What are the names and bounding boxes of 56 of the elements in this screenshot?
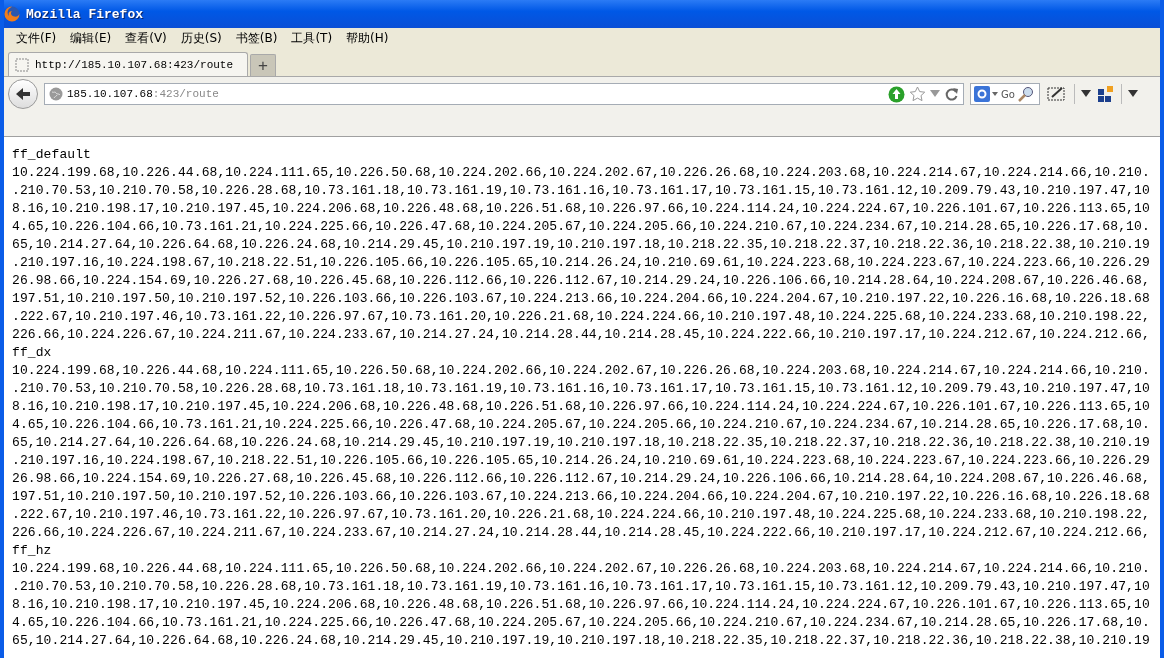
section-heading: ff_dx <box>12 344 53 362</box>
menu-item[interactable]: 历史(S) <box>174 29 230 47</box>
address-list-line: 197.51,10.210.197.50,10.210.197.52,10.226.103.66,10.226.103.67,10.224.213.66,10.224.204.66,10.224.204.67,10.210.197.22,10.226.16.68,10.226.18.68 <box>12 290 1151 308</box>
dropdown-caret-icon[interactable] <box>1128 90 1138 98</box>
address-list-line: 10.224.199.68,10.226.44.68,10.224.111.65,10.226.50.68,10.224.202.66,10.224.202.67,10.226.26.68,10.224.203.68,10.224.214.67,10.224.214.66,10.210. <box>12 560 1151 578</box>
window-title: Mozilla Firefox <box>26 6 144 22</box>
new-tab-button[interactable]: + <box>250 54 276 76</box>
address-list-line: 197.51,10.210.197.50,10.210.197.52,10.226.103.66,10.226.103.67,10.224.213.66,10.224.204.66,10.224.204.67,10.210.197.22,10.226.16.68,10.226.18.68 <box>12 488 1151 506</box>
reload-icon[interactable] <box>944 86 959 102</box>
address-text: 185.10.107.68:423/route <box>67 88 220 100</box>
address-list-line: .222.67,10.210.197.46,10.73.161.22,10.226.97.67,10.73.161.20,10.226.21.68,10.224.224.66,10.210.197.48,10.224.225.68,10.224.233.68,10.210.198.22, <box>12 308 1151 326</box>
address-list-line: 26.98.66,10.224.154.69,10.226.27.68,10.226.45.68,10.226.112.66,10.226.112.67,10.214.29.24,10.226.106.66,10.214.28.64,10.224.208.67,10.226.46.68, <box>12 272 1151 290</box>
section-heading: ff_default <box>12 146 92 164</box>
address-list-line: 8.16,10.210.198.17,10.210.197.45,10.224.206.68,10.226.48.68,10.226.51.68,10.226.97.66,10.224.114.24,10.224.224.67,10.226.101.67,10.226.113.65,10 <box>12 596 1151 614</box>
screenshot-tool-icon[interactable] <box>1046 85 1068 103</box>
address-list-line: 65,10.214.27.64,10.226.64.68,10.226.24.68,10.214.29.45,10.210.197.19,10.210.197.18,10.218.22.35,10.218.22.37,10.218.22.36,10.218.22.38,10.210.19 <box>12 434 1151 452</box>
firefox-logo-icon <box>4 6 20 22</box>
address-list-line: 10.224.199.68,10.226.44.68,10.224.111.65,10.226.50.68,10.224.202.66,10.224.202.67,10.226.26.68,10.224.203.68,10.224.214.67,10.224.214.66,10.210. <box>12 164 1151 182</box>
menu-item[interactable]: 文件(F) <box>10 29 65 47</box>
address-field[interactable]: 185.10.107.68:423/route <box>44 83 964 105</box>
browser-tab[interactable]: http://185.10.107.68:423/route <box>8 52 248 76</box>
address-list-line: 8.16,10.210.198.17,10.210.197.45,10.224.206.68,10.226.48.68,10.226.51.68,10.226.97.66,10.224.114.24,10.224.224.67,10.226.101.67,10.226.113.65,10 <box>12 398 1151 416</box>
address-list-line: .210.70.53,10.210.70.58,10.226.28.68,10.73.161.18,10.73.161.19,10.73.161.16,10.73.161.17,10.73.161.15,10.73.161.12,10.209.79.43,10.210.197.47,10 <box>12 578 1151 596</box>
search-icon[interactable] <box>1017 86 1034 102</box>
menu-item[interactable]: 编辑(E) <box>64 29 120 47</box>
page-icon <box>15 57 29 72</box>
address-list-line: 65,10.214.27.64,10.226.64.68,10.226.24.68,10.214.29.45,10.210.197.19,10.210.197.18,10.218.22.35,10.218.22.37,10.218.22.36,10.218.22.38,10.210.19 <box>12 236 1151 254</box>
menu-item[interactable]: 书签(B) <box>229 29 286 47</box>
star-icon[interactable] <box>909 85 926 103</box>
address-list-line: 226.66,10.224.226.67,10.224.211.67,10.224.233.67,10.214.27.24,10.214.28.44,10.214.28.45,10.224.222.66,10.210.197.17,10.224.212.67,10.224.212.66, <box>12 326 1151 344</box>
grid-icon[interactable] <box>1097 85 1115 103</box>
address-list-line: .222.67,10.210.197.46,10.73.161.22,10.226.97.67,10.73.161.20,10.226.21.68,10.224.224.66,10.210.197.48,10.224.225.68,10.224.233.68,10.210.198.22, <box>12 506 1151 524</box>
menu-item[interactable]: 帮助(H) <box>340 29 397 47</box>
go-button-icon[interactable] <box>888 85 905 103</box>
dropdown-caret-icon[interactable] <box>1081 90 1091 98</box>
address-list-line: 8.16,10.210.198.17,10.210.197.45,10.224.206.68,10.226.48.68,10.226.51.68,10.226.97.66,10.224.114.24,10.224.224.67,10.226.101.67,10.226.113.65,10 <box>12 200 1151 218</box>
address-list-line: .210.70.53,10.210.70.58,10.226.28.68,10.73.161.18,10.73.161.19,10.73.161.16,10.73.161.17,10.73.161.15,10.73.161.12,10.209.79.43,10.210.197.47,10 <box>12 380 1151 398</box>
address-list-line: .210.197.16,10.224.198.67,10.218.22.51,10.226.105.66,10.226.105.65,10.214.26.24,10.210.69.61,10.224.223.68,10.224.223.67,10.224.223.66,10.226.29 <box>12 452 1151 470</box>
back-button[interactable] <box>8 79 38 109</box>
address-list-line: 10.224.199.68,10.226.44.68,10.224.111.65,10.226.50.68,10.224.202.66,10.224.202.67,10.226.26.68,10.224.203.68,10.224.214.67,10.224.214.66,10.210. <box>12 362 1151 380</box>
address-list-line: .210.197.16,10.224.198.67,10.218.22.51,10.226.105.66,10.226.105.65,10.214.26.24,10.210.69.61,10.224.223.68,10.224.223.67,10.224.223.66,10.226.29 <box>12 254 1151 272</box>
address-list-line: 26.98.66,10.224.154.69,10.226.27.68,10.226.45.68,10.226.112.66,10.226.112.67,10.214.29.24,10.226.106.66,10.214.28.64,10.224.208.67,10.226.46.68, <box>12 470 1151 488</box>
section-heading: ff_hz <box>12 542 53 560</box>
address-list-line: 4.65,10.226.104.66,10.73.161.21,10.224.225.66,10.226.47.68,10.224.205.67,10.224.205.66,10.224.210.67,10.224.234.67,10.214.28.65,10.226.17.68,10. <box>12 614 1151 632</box>
globe-icon <box>49 87 63 101</box>
address-list-line: 4.65,10.226.104.66,10.73.161.21,10.224.225.66,10.226.47.68,10.224.205.67,10.224.205.66,10.224.210.67,10.224.234.67,10.214.28.65,10.226.17.68,10. <box>12 416 1151 434</box>
menu-item[interactable]: 工具(T) <box>285 29 341 47</box>
address-list-line: 4.65,10.226.104.66,10.73.161.21,10.224.225.66,10.226.47.68,10.224.205.67,10.224.205.66,10.224.210.67,10.224.234.67,10.214.28.65,10.226.17.68,10. <box>12 218 1151 236</box>
address-list-line: 226.66,10.224.226.67,10.224.211.67,10.224.233.67,10.214.27.24,10.214.28.44,10.214.28.45,10.224.222.66,10.210.197.17,10.224.212.67,10.224.212.66, <box>12 524 1151 542</box>
address-list-line: 65,10.214.27.64,10.226.64.68,10.226.24.68,10.214.29.45,10.210.197.19,10.210.197.18,10.218.22.35,10.218.22.37,10.218.22.36,10.218.22.38,10.210.19 <box>12 632 1151 650</box>
search-field[interactable]: Go <box>970 83 1040 105</box>
address-list-line: .210.70.53,10.210.70.58,10.226.28.68,10.73.161.18,10.73.161.19,10.73.161.16,10.73.161.17,10.73.161.15,10.73.161.12,10.209.79.43,10.210.197.47,10 <box>12 182 1151 200</box>
menu-item[interactable]: 查看(V) <box>119 29 175 47</box>
back-arrow-icon <box>14 86 32 102</box>
go-label[interactable]: Go <box>1001 88 1015 100</box>
search-engine-icon[interactable] <box>974 86 998 102</box>
